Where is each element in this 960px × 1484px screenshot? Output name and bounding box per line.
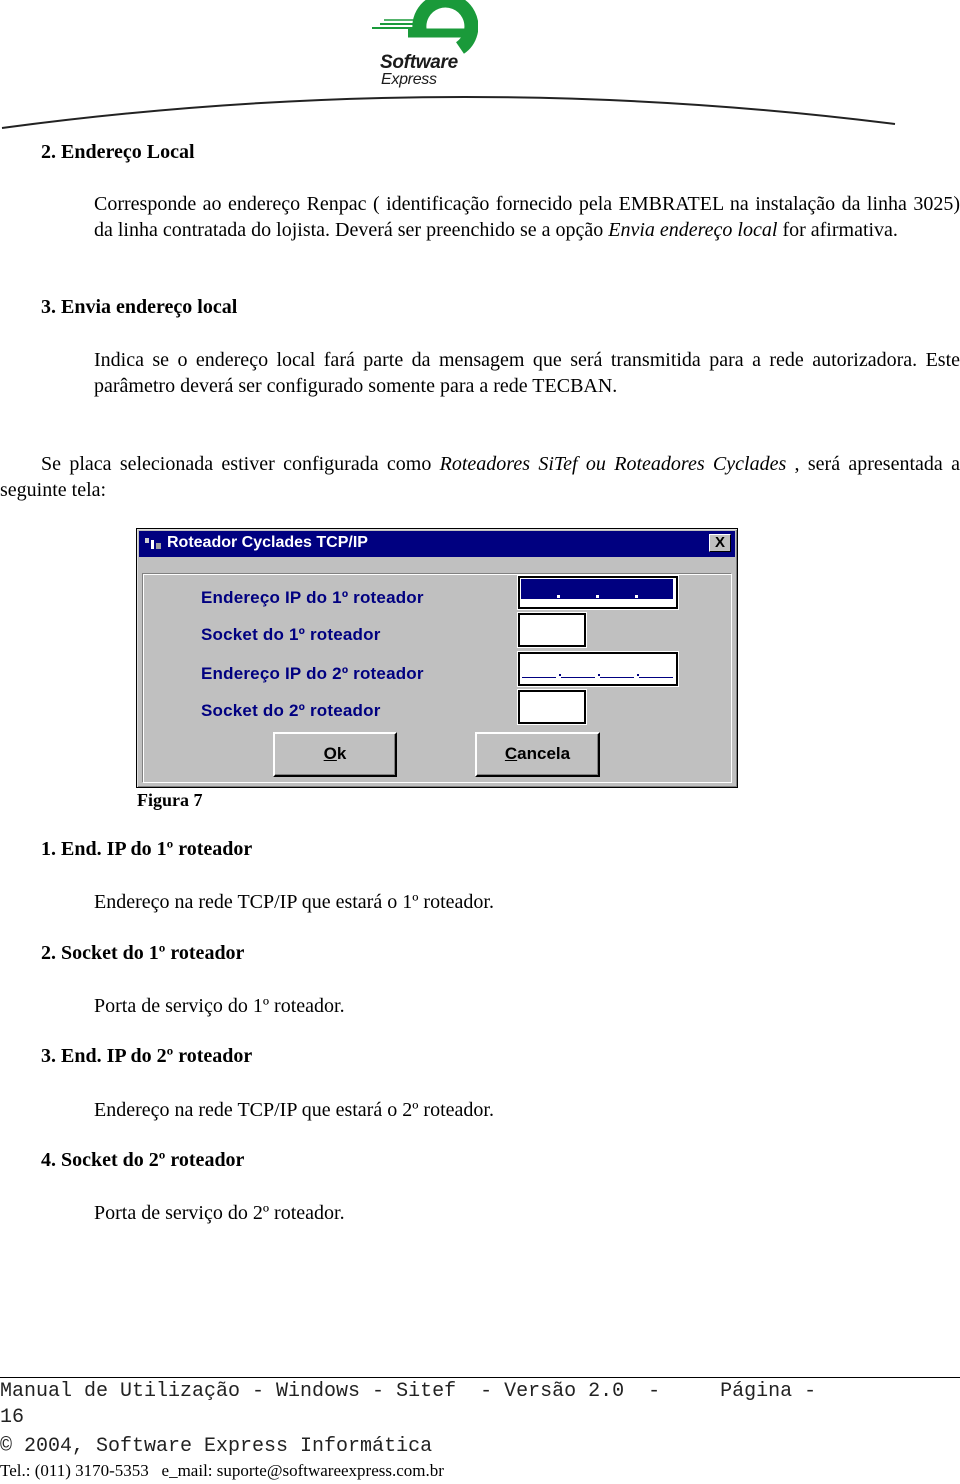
label-socket-roteador-2: Socket do 2º roteador — [201, 701, 381, 720]
close-icon: X — [714, 534, 725, 551]
roteador-dialog: Roteador Cyclades TCP/IP X Endereço IP d… — [136, 528, 738, 788]
dialog-title: Roteador Cyclades TCP/IP — [167, 534, 368, 551]
socket-roteador-1-input[interactable] — [518, 613, 586, 647]
logo-wordmark-express: Express — [381, 71, 437, 88]
header-divider-arc — [1, 95, 896, 129]
close-button[interactable]: X — [709, 534, 731, 552]
item-body-socket-2: Porta de serviço do 2º roteador. — [94, 1202, 345, 1224]
item-body-ip-2: Endereço na rede TCP/IP que estará o 2º … — [94, 1099, 494, 1121]
footer-contact: Tel.: (011) 3170-5353 e_mail: suporte@so… — [0, 1461, 444, 1480]
label-ip-roteador-2: Endereço IP do 2º roteador — [201, 664, 424, 683]
ip-roteador-1-input[interactable] — [518, 576, 678, 609]
item-body-ip-1: Endereço na rede TCP/IP que estará o 1º … — [94, 891, 494, 913]
section-heading-endereco-local: 2. Endereço Local — [41, 141, 195, 163]
cancela-button[interactable]: Cancela — [475, 732, 600, 777]
intro-paragraph: Se placa selecionada estiver configurada… — [0, 453, 960, 501]
footer-page-number: 16 — [0, 1406, 25, 1429]
section-heading-envia-endereco: 3. Envia endereço local — [41, 296, 238, 318]
logo-e-mark-icon — [372, 0, 478, 54]
figure-caption: Figura 7 — [137, 790, 203, 810]
ok-button[interactable]: Ok — [273, 732, 397, 777]
label-ip-roteador-1: Endereço IP do 1º roteador — [201, 588, 424, 607]
footer-divider — [0, 1377, 960, 1378]
socket-roteador-2-input[interactable] — [518, 690, 586, 724]
app-icon — [145, 538, 161, 549]
section-body-endereco-local: Corresponde ao endereço Renpac ( identif… — [94, 193, 960, 241]
footer-copyright: © 2004, Software Express Informática — [0, 1435, 433, 1458]
item-heading-ip-2: 3. End. IP do 2º roteador — [41, 1045, 253, 1067]
dialog-title-bar[interactable]: Roteador Cyclades TCP/IP X — [139, 531, 735, 557]
item-heading-ip-1: 1. End. IP do 1º roteador — [41, 838, 253, 860]
item-heading-socket-2: 4. Socket do 2º roteador — [41, 1149, 245, 1171]
item-heading-socket-1: 2. Socket do 1º roteador — [41, 942, 245, 964]
ip-roteador-2-input[interactable] — [518, 652, 678, 686]
dialog-panel: Endereço IP do 1º roteador Socket do 1º … — [142, 573, 732, 783]
label-socket-roteador-1: Socket do 1º roteador — [201, 625, 381, 644]
ip-roteador-1-selection — [521, 579, 673, 599]
footer-manual-title: Manual de Utilização - Windows - Sitef -… — [0, 1380, 817, 1403]
section-body-envia-endereco: Indica se o endereço local fará parte da… — [94, 349, 960, 397]
item-body-socket-1: Porta de serviço do 1º roteador. — [94, 995, 345, 1017]
